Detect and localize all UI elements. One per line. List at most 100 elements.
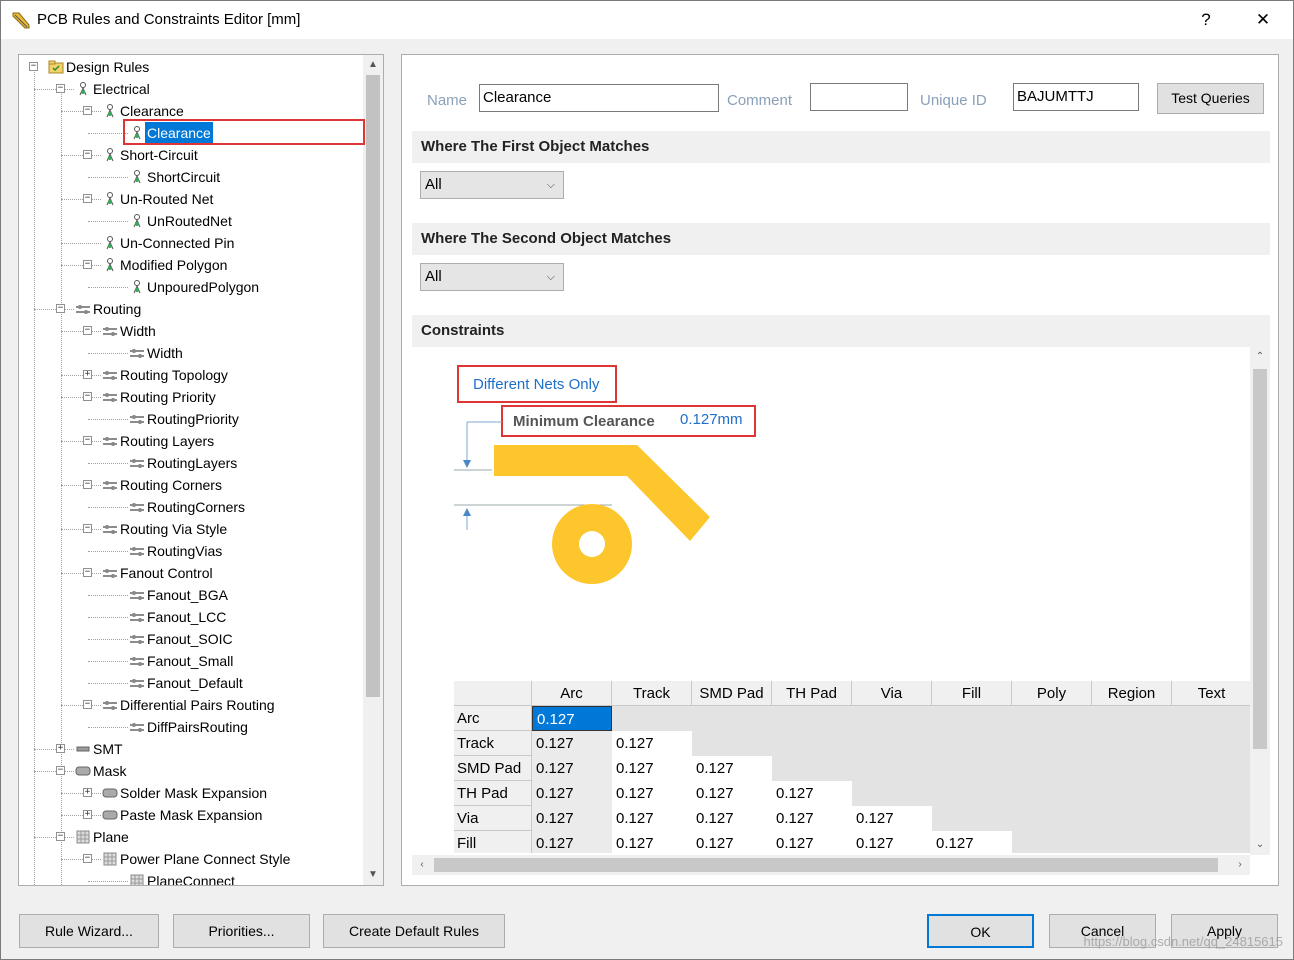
ok-button[interactable]: OK: [927, 914, 1034, 948]
tree-item[interactable]: − Fanout Control: [19, 562, 359, 584]
collapse-icon[interactable]: −: [56, 766, 65, 775]
collapse-icon[interactable]: −: [83, 480, 92, 489]
first-object-combo[interactable]: All ⌵: [420, 171, 564, 199]
grid-cell[interactable]: 0.127: [612, 756, 692, 781]
tree-item[interactable]: − Un-Routed Net: [19, 188, 359, 210]
rules-tree[interactable]: − Design Rules − Electrical − Clearance Cleara…: [18, 54, 384, 886]
tree-item[interactable]: RoutingLayers: [19, 452, 359, 474]
scroll-up-icon[interactable]: ▲: [363, 55, 383, 75]
create-default-rules-button[interactable]: Create Default Rules: [323, 914, 505, 948]
grid-cell[interactable]: 0.127: [532, 731, 612, 756]
tree-item[interactable]: − Plane: [19, 826, 359, 848]
grid-cell[interactable]: 0.127: [532, 756, 612, 781]
tree-item[interactable]: Fanout_SOIC: [19, 628, 359, 650]
collapse-icon[interactable]: −: [83, 194, 92, 203]
grid-cell[interactable]: 0.127: [612, 831, 692, 853]
tree-item[interactable]: − Routing: [19, 298, 359, 320]
expand-icon[interactable]: +: [83, 810, 92, 819]
comment-field[interactable]: [810, 83, 908, 111]
scroll-up-icon[interactable]: ⌃: [1250, 347, 1270, 367]
grid-cell[interactable]: 0.127: [772, 781, 852, 806]
help-button[interactable]: ?: [1191, 7, 1221, 33]
collapse-icon[interactable]: −: [83, 150, 92, 159]
collapse-icon[interactable]: −: [56, 832, 65, 841]
grid-cell[interactable]: 0.127: [612, 781, 692, 806]
tree-item[interactable]: − Mask: [19, 760, 359, 782]
grid-cell[interactable]: 0.127: [932, 831, 1012, 853]
scroll-left-icon[interactable]: ‹: [412, 855, 432, 875]
tree-item[interactable]: RoutingPriority: [19, 408, 359, 430]
grid-cell[interactable]: 0.127: [852, 831, 932, 853]
clearance-matrix[interactable]: Arc Track SMD Pad TH Pad Via Fill Poly Region Te…: [454, 681, 1250, 853]
tree-item[interactable]: + SMT: [19, 738, 359, 760]
second-object-combo[interactable]: All ⌵: [420, 263, 564, 291]
grid-cell[interactable]: 0.127: [692, 756, 772, 781]
tree-item[interactable]: − Modified Polygon: [19, 254, 359, 276]
unique-id-field[interactable]: BAJUMTTJ: [1013, 83, 1139, 111]
grid-cell[interactable]: 0.127: [532, 706, 612, 731]
net-scope-link[interactable]: Different Nets Only: [473, 376, 599, 393]
grid-cell[interactable]: 0.127: [612, 731, 692, 756]
collapse-icon[interactable]: −: [83, 260, 92, 269]
tree-scrollbar[interactable]: ▲ ▼: [363, 55, 383, 885]
scroll-down-icon[interactable]: ⌄: [1250, 835, 1270, 855]
grid-cell[interactable]: 0.127: [692, 831, 772, 853]
constraints-vscroll[interactable]: ⌃ ⌄: [1250, 347, 1270, 855]
collapse-icon[interactable]: −: [83, 854, 92, 863]
collapse-icon[interactable]: −: [83, 326, 92, 335]
tree-item[interactable]: + Paste Mask Expansion: [19, 804, 359, 826]
collapse-icon[interactable]: −: [83, 700, 92, 709]
collapse-icon[interactable]: −: [56, 84, 65, 93]
collapse-icon[interactable]: −: [83, 106, 92, 115]
grid-cell[interactable]: 0.127: [692, 806, 772, 831]
grid-cell[interactable]: 0.127: [612, 806, 692, 831]
tree-item[interactable]: DiffPairsRouting: [19, 716, 359, 738]
collapse-icon[interactable]: −: [56, 304, 65, 313]
grid-cell[interactable]: 0.127: [852, 806, 932, 831]
expand-icon[interactable]: +: [83, 370, 92, 379]
collapse-icon[interactable]: −: [83, 568, 92, 577]
tree-item[interactable]: − Width: [19, 320, 359, 342]
tree-item[interactable]: + Routing Topology: [19, 364, 359, 386]
tree-item[interactable]: Fanout_LCC: [19, 606, 359, 628]
tree-item[interactable]: − Routing Corners: [19, 474, 359, 496]
grid-cell[interactable]: 0.127: [532, 831, 612, 853]
tree-item[interactable]: − Power Plane Connect Style: [19, 848, 359, 870]
expand-icon[interactable]: +: [83, 788, 92, 797]
grid-cell[interactable]: 0.127: [532, 781, 612, 806]
tree-item[interactable]: Fanout_BGA: [19, 584, 359, 606]
scroll-down-icon[interactable]: ▼: [363, 865, 383, 885]
collapse-icon[interactable]: −: [83, 524, 92, 533]
grid-cell[interactable]: 0.127: [772, 831, 852, 853]
tree-item[interactable]: − Design Rules: [19, 56, 359, 78]
tree-item[interactable]: Un-Connected Pin: [19, 232, 359, 254]
collapse-icon[interactable]: −: [83, 436, 92, 445]
tree-item[interactable]: Fanout_Default: [19, 672, 359, 694]
test-queries-button[interactable]: Test Queries: [1157, 83, 1264, 114]
tree-item[interactable]: − Electrical: [19, 78, 359, 100]
grid-cell[interactable]: 0.127: [692, 781, 772, 806]
grid-cell[interactable]: 0.127: [772, 806, 852, 831]
tree-item[interactable]: Width: [19, 342, 359, 364]
tree-item[interactable]: ShortCircuit: [19, 166, 359, 188]
tree-item[interactable]: − Differential Pairs Routing: [19, 694, 359, 716]
scroll-right-icon[interactable]: ›: [1230, 855, 1250, 875]
constraints-vscroll-thumb[interactable]: [1253, 369, 1267, 749]
tree-item[interactable]: − Routing Layers: [19, 430, 359, 452]
tree-item[interactable]: UnpouredPolygon: [19, 276, 359, 298]
close-button[interactable]: ✕: [1248, 7, 1278, 33]
tree-item[interactable]: − Routing Via Style: [19, 518, 359, 540]
collapse-icon[interactable]: −: [83, 392, 92, 401]
grid-cell[interactable]: 0.127: [532, 806, 612, 831]
tree-scroll-thumb[interactable]: [366, 75, 380, 697]
constraints-hscroll[interactable]: ‹ ›: [412, 855, 1250, 875]
tree-item[interactable]: RoutingCorners: [19, 496, 359, 518]
expand-icon[interactable]: +: [56, 744, 65, 753]
tree-item[interactable]: + Solder Mask Expansion: [19, 782, 359, 804]
tree-item[interactable]: PlaneConnect: [19, 870, 359, 885]
constraints-hscroll-thumb[interactable]: [434, 858, 1218, 872]
rule-wizard-button[interactable]: Rule Wizard...: [19, 914, 159, 948]
tree-item[interactable]: UnRoutedNet: [19, 210, 359, 232]
tree-item[interactable]: − Short-Circuit: [19, 144, 359, 166]
tree-item[interactable]: RoutingVias: [19, 540, 359, 562]
